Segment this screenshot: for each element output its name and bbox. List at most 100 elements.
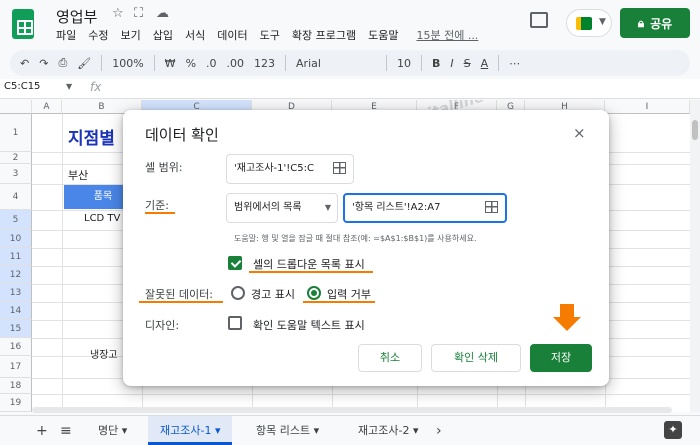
item-cell[interactable]: LCD TV xyxy=(84,213,120,224)
percent-button[interactable]: % xyxy=(186,57,196,70)
more-formats-button[interactable]: 123 xyxy=(254,57,275,70)
menu-view[interactable]: 보기 xyxy=(115,28,147,44)
row-header[interactable]: 17 xyxy=(0,356,32,378)
document-title[interactable]: 영업부 xyxy=(56,6,97,27)
chevron-down-icon: ▼ xyxy=(599,17,606,27)
row-header[interactable]: 19 xyxy=(0,394,32,412)
show-dropdown-checkbox[interactable] xyxy=(228,256,242,270)
cancel-button[interactable]: 취소 xyxy=(358,344,422,372)
criteria-type-select[interactable]: 범위에서의 목록 ▼ xyxy=(226,193,338,223)
select-range-icon[interactable] xyxy=(485,201,498,213)
menu-edit[interactable]: 수정 xyxy=(82,28,114,44)
invalid-data-label: 잘못된 데이터: xyxy=(145,288,213,301)
cell-range-field[interactable]: '재고조사-1'!C5:C xyxy=(226,154,354,184)
more-options-button[interactable]: ⋯ xyxy=(509,57,520,70)
menu-extensions[interactable]: 확장 프로그램 xyxy=(286,28,362,44)
column-header[interactable]: I xyxy=(605,100,690,114)
row-header[interactable]: 16 xyxy=(0,338,32,356)
select-range-icon[interactable] xyxy=(333,162,346,174)
row-header[interactable]: 15 xyxy=(0,320,32,338)
sheet-tab[interactable]: 명단 ▾ xyxy=(86,416,139,445)
help-text-checkbox[interactable] xyxy=(228,316,242,330)
redo-icon[interactable]: ↷ xyxy=(39,57,48,70)
horizontal-scrollbar[interactable] xyxy=(32,407,672,413)
undo-icon[interactable]: ↶ xyxy=(20,57,29,70)
reject-option-label[interactable]: 입력 거부 xyxy=(327,286,371,302)
annotation-underline xyxy=(145,212,175,214)
sheet-tab-active[interactable]: 재고조사-1 ▾ xyxy=(148,416,233,445)
sheet-tab[interactable]: 재고조사-2 ▾ xyxy=(346,416,430,445)
last-edit-link[interactable]: 15분 전에 ... xyxy=(410,28,484,44)
menu-format[interactable]: 서식 xyxy=(179,28,211,44)
close-icon[interactable]: × xyxy=(573,124,586,142)
font-select[interactable]: Arial xyxy=(296,57,376,70)
select-all-corner[interactable] xyxy=(0,100,32,114)
sheet-tab-label: 재고조사-1 xyxy=(160,424,212,437)
data-validation-dialog: 데이터 확인 × 셀 범위: '재고조사-1'!C5:C 기준: 범위에서의 목… xyxy=(123,110,609,386)
menu-data[interactable]: 데이터 xyxy=(211,28,253,44)
branch-cell[interactable]: 부산 xyxy=(68,167,88,183)
item-cell[interactable]: 냉장고 xyxy=(90,346,118,361)
comment-icon[interactable] xyxy=(530,12,548,28)
zoom-select[interactable]: 100% xyxy=(112,57,143,70)
star-icon[interactable]: ☆ xyxy=(112,6,124,21)
sheet-title-cell[interactable]: 지점별 xyxy=(68,124,115,149)
warn-option-label[interactable]: 경고 표시 xyxy=(251,286,295,302)
currency-button[interactable]: ₩ xyxy=(165,57,176,70)
increase-decimal-button[interactable]: .00 xyxy=(227,57,245,70)
sheets-logo-icon[interactable] xyxy=(12,9,34,39)
italic-button[interactable]: I xyxy=(450,57,453,70)
chevron-down-icon[interactable]: ▼ xyxy=(66,82,72,91)
menu-insert[interactable]: 삽입 xyxy=(147,28,179,44)
row-header[interactable]: 18 xyxy=(0,378,32,394)
chevron-right-icon[interactable]: › xyxy=(436,423,442,439)
sheet-tab[interactable]: 항목 리스트 ▾ xyxy=(244,416,331,445)
paint-format-icon[interactable]: 🖌︎ xyxy=(77,57,91,70)
text-color-button[interactable]: A xyxy=(481,57,489,70)
decrease-decimal-button[interactable]: .0 xyxy=(206,57,217,70)
row-header[interactable]: 3 xyxy=(0,164,32,184)
row-header[interactable]: 5 xyxy=(0,210,32,230)
row-header[interactable]: 2 xyxy=(0,152,32,164)
save-button[interactable]: 저장 xyxy=(530,344,592,372)
menu-file[interactable]: 파일 xyxy=(50,28,82,44)
meet-button[interactable]: ▼ xyxy=(566,9,612,37)
row-header[interactable]: 10 xyxy=(0,230,32,248)
row-header[interactable]: 4 xyxy=(0,184,32,210)
row-header[interactable]: 12 xyxy=(0,266,32,284)
formula-bar: C5:C15 ▼ fx xyxy=(0,79,700,99)
show-dropdown-label[interactable]: 셀의 드롭다운 목록 표시 xyxy=(253,256,365,272)
add-sheet-icon[interactable]: + xyxy=(36,423,48,439)
reject-radio[interactable] xyxy=(307,286,321,300)
print-icon[interactable]: ⎙ xyxy=(58,56,67,70)
row-header[interactable]: 1 xyxy=(0,114,32,152)
row-header[interactable]: 14 xyxy=(0,302,32,320)
column-header[interactable]: A xyxy=(32,100,62,114)
grid-line xyxy=(62,114,63,412)
row-header[interactable]: 11 xyxy=(0,248,32,266)
share-button[interactable]: 🔒︎ 공유 xyxy=(620,8,690,38)
cloud-status-icon[interactable]: ☁ xyxy=(156,6,169,21)
divider xyxy=(101,55,103,71)
sheet-tab-label: 명단 xyxy=(98,424,119,437)
fx-icon: fx xyxy=(90,80,102,94)
annotation-underline xyxy=(303,301,375,303)
remove-validation-button[interactable]: 확인 삭제 xyxy=(431,344,521,372)
font-size-select[interactable]: 10 xyxy=(397,57,411,70)
all-sheets-icon[interactable]: ≡ xyxy=(60,423,72,439)
menu-help[interactable]: 도움말 xyxy=(362,28,404,44)
menu-tools[interactable]: 도구 xyxy=(254,28,286,44)
bold-button[interactable]: B xyxy=(432,57,440,70)
warn-radio[interactable] xyxy=(231,286,245,300)
explore-icon[interactable]: ✦ xyxy=(664,421,682,439)
help-text-checkbox-label[interactable]: 확인 도움말 텍스트 표시 xyxy=(253,317,365,333)
name-box[interactable]: C5:C15 xyxy=(4,81,74,92)
strikethrough-button[interactable]: S xyxy=(464,57,471,70)
move-folder-icon[interactable]: ⛶ xyxy=(134,6,143,21)
row-header[interactable]: 13 xyxy=(0,284,32,302)
video-camera-icon xyxy=(576,17,592,30)
criteria-range-field[interactable]: '항목 리스트'!A2:A7 xyxy=(343,193,507,223)
scrollbar-thumb[interactable] xyxy=(692,120,698,140)
menu-bar: 파일 수정 보기 삽입 서식 데이터 도구 확장 프로그램 도움말 15분 전에… xyxy=(50,28,484,44)
vertical-scrollbar[interactable] xyxy=(690,100,700,412)
